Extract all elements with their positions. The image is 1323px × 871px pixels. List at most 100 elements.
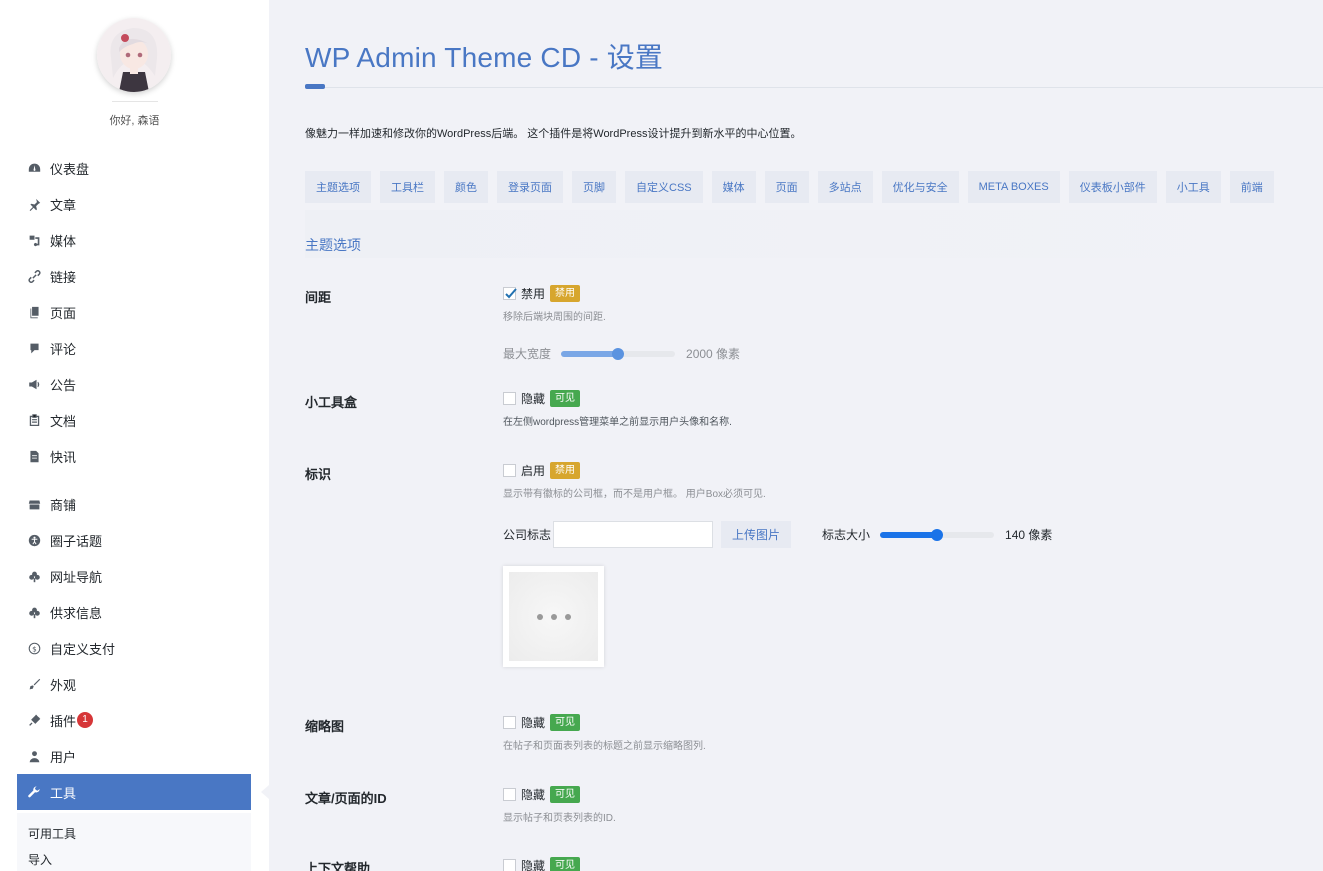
tab-optimization-security[interactable]: 优化与安全 <box>881 171 959 203</box>
cloud-icon <box>27 605 41 619</box>
logo-placeholder <box>509 572 598 661</box>
tab-toolbar[interactable]: 工具栏 <box>380 171 435 203</box>
menu-label: 文档 <box>50 413 77 429</box>
store-icon <box>27 497 41 511</box>
upload-image-button[interactable]: 上传图片 <box>721 521 792 548</box>
post-ids-hint: 显示帖子和页表列表的ID. <box>503 813 616 824</box>
logo-hint: 显示带有徽标的公司框，而不是用户框。 用户Box必须可见. <box>503 489 766 500</box>
dashboard-icon <box>27 161 41 175</box>
accessibility-icon <box>27 533 41 547</box>
pin-icon <box>27 197 41 211</box>
logo-checkbox[interactable] <box>503 464 516 477</box>
context-help-checkbox[interactable] <box>503 859 516 871</box>
status-badge: 禁用 <box>550 462 581 479</box>
title-divider <box>305 87 1323 88</box>
widgetbox-checkbox[interactable] <box>503 392 516 405</box>
context-help-option[interactable]: 隐藏 可见 <box>503 857 581 871</box>
max-width-slider[interactable] <box>561 347 676 360</box>
news-icon <box>27 449 41 463</box>
company-logo-input[interactable] <box>553 521 714 548</box>
wrench-icon <box>27 785 41 799</box>
spacing-checkbox[interactable] <box>503 287 517 300</box>
menu-item-posts[interactable]: 文章 <box>17 186 251 222</box>
status-badge: 可见 <box>550 786 581 803</box>
slider-fill <box>880 531 938 538</box>
submenu-item-available-tools[interactable]: 可用工具 <box>28 821 251 847</box>
menu-item-news[interactable]: 快讯 <box>17 438 251 474</box>
menu-item-circle-topics[interactable]: 圈子话题 <box>17 522 251 558</box>
menu-label: 页面 <box>50 305 77 321</box>
loading-dot <box>550 613 557 620</box>
megaphone-icon <box>27 377 41 391</box>
menu-item-store[interactable]: 商铺 <box>17 486 251 522</box>
link-icon <box>27 269 41 283</box>
menu-item-users[interactable]: 用户 <box>17 738 251 774</box>
menu-item-plugins[interactable]: 插件 1 <box>17 702 251 738</box>
menu-item-media[interactable]: 媒体 <box>17 222 251 258</box>
admin-menu: 仪表盘 文章 媒体 链接 页面 评论 公告 文档 快讯 商铺 圈子话题 网址导航… <box>17 150 269 810</box>
menu-item-tools[interactable]: 工具 <box>17 774 269 810</box>
tab-multisite[interactable]: 多站点 <box>817 171 873 203</box>
setting-label-logo: 标识 <box>305 467 332 482</box>
menu-separator <box>17 474 251 486</box>
logo-option-label: 启用 <box>521 464 546 478</box>
menu-item-docs[interactable]: 文档 <box>17 402 251 438</box>
menu-label: 圈子话题 <box>50 533 103 549</box>
menu-item-url-nav[interactable]: 网址导航 <box>17 558 251 594</box>
menu-item-links[interactable]: 链接 <box>17 258 251 294</box>
submenu-item-import[interactable]: 导入 <box>28 847 251 871</box>
menu-label: 插件 <box>50 713 77 729</box>
setting-label-thumbnails: 缩略图 <box>305 719 345 734</box>
avatar-divider <box>112 101 158 102</box>
tab-pages[interactable]: 页面 <box>764 171 809 203</box>
menu-item-appearance[interactable]: 外观 <box>17 666 251 702</box>
menu-label: 链接 <box>50 269 77 285</box>
page-icon <box>27 305 41 319</box>
status-badge: 可见 <box>550 714 581 731</box>
menu-item-dashboard[interactable]: 仪表盘 <box>17 150 251 186</box>
document-icon <box>27 413 41 427</box>
brush-icon <box>27 677 41 691</box>
menu-label: 快讯 <box>50 449 77 465</box>
status-badge: 禁用 <box>550 285 581 302</box>
logo-preview[interactable] <box>503 566 604 667</box>
setting-label-widgetbox: 小工具盒 <box>305 395 358 410</box>
avatar[interactable] <box>97 18 171 92</box>
menu-item-announcements[interactable]: 公告 <box>17 366 251 402</box>
menu-item-supply-demand[interactable]: 供求信息 <box>17 594 251 630</box>
logo-option[interactable]: 启用 禁用 <box>503 462 581 479</box>
menu-label: 网址导航 <box>50 569 103 585</box>
slider-handle[interactable] <box>612 347 625 360</box>
section-title: 主题选项 <box>305 237 361 253</box>
menu-item-comments[interactable]: 评论 <box>17 330 251 366</box>
tab-media[interactable]: 媒体 <box>711 171 756 203</box>
post-ids-option[interactable]: 隐藏 可见 <box>503 786 581 803</box>
tab-dashboard-widgets[interactable]: 仪表板小部件 <box>1068 171 1157 203</box>
plugin-description: 像魅力一样加速和修改你的WordPress后端。 这个插件是将WordPress… <box>305 128 802 140</box>
loading-dot <box>564 613 571 620</box>
widgetbox-option[interactable]: 隐藏 可见 <box>503 390 581 407</box>
tab-custom-css[interactable]: 自定义CSS <box>625 171 703 203</box>
tab-widgets[interactable]: 小工具 <box>1165 171 1221 203</box>
thumbnails-checkbox[interactable] <box>503 716 516 729</box>
widgetbox-option-label: 隐藏 <box>521 392 546 406</box>
update-count-badge: 1 <box>77 712 94 728</box>
tab-login-page[interactable]: 登录页面 <box>497 171 563 203</box>
cloud-icon <box>27 569 41 583</box>
slider-handle[interactable] <box>931 528 944 541</box>
logo-size-label: 标志大小 <box>822 528 871 542</box>
menu-item-pages[interactable]: 页面 <box>17 294 251 330</box>
media-icon <box>27 233 41 247</box>
max-width-value: 2000 像素 <box>686 347 741 361</box>
tab-colors[interactable]: 颜色 <box>444 171 488 203</box>
post-ids-checkbox[interactable] <box>503 788 516 801</box>
thumbnails-hint: 在帖子和页面表列表的标题之前显示缩略图列. <box>503 741 706 752</box>
tab-theme-options[interactable]: 主题选项 <box>305 171 371 203</box>
thumbnails-option[interactable]: 隐藏 可见 <box>503 714 581 731</box>
tab-frontend[interactable]: 前端 <box>1229 171 1274 203</box>
logo-size-slider[interactable] <box>880 528 995 541</box>
menu-item-custom-payment[interactable]: $ 自定义支付 <box>17 630 251 666</box>
spacing-option[interactable]: 禁用 禁用 <box>503 285 581 302</box>
tab-footer[interactable]: 页脚 <box>572 171 616 203</box>
tab-meta-boxes[interactable]: META BOXES <box>967 171 1060 203</box>
